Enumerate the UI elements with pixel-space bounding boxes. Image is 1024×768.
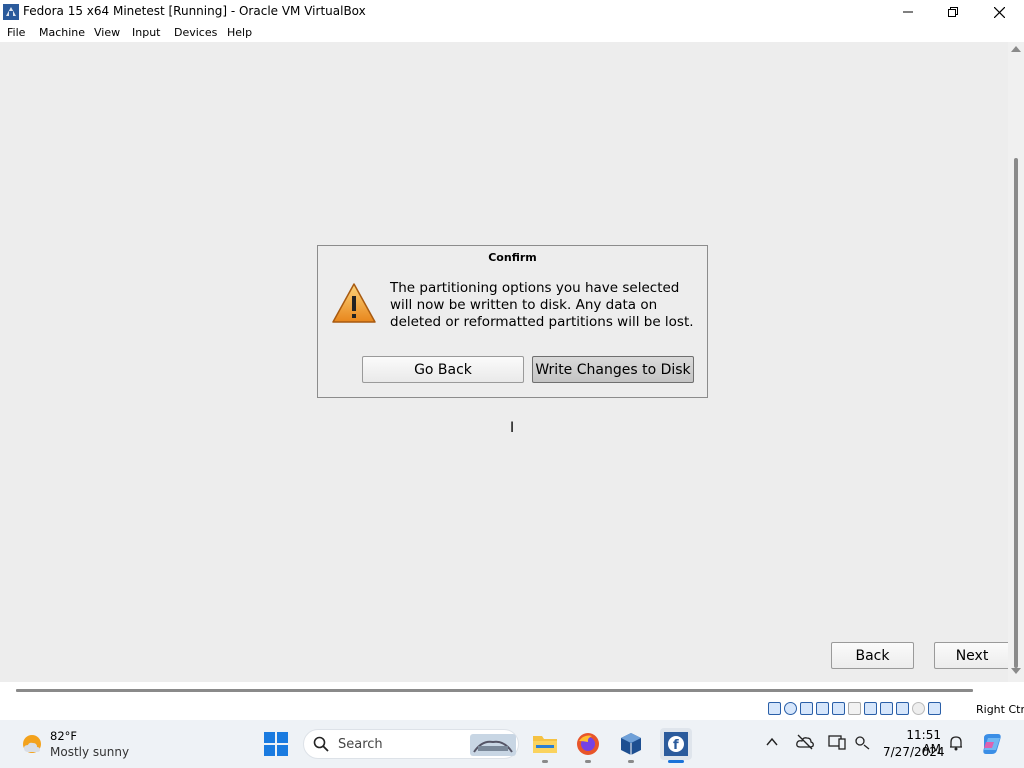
menu-devices[interactable]: Devices [174, 26, 217, 39]
taskbar-file-explorer[interactable] [529, 728, 561, 763]
search-icon [313, 736, 329, 752]
text-cursor-icon: I [510, 420, 515, 436]
fedora-vm-icon: f [664, 732, 688, 756]
go-back-button[interactable]: Go Back [362, 356, 524, 383]
menu-view[interactable]: View [94, 26, 120, 39]
scrollbar-thumb[interactable] [1014, 158, 1018, 668]
hard-disk-icon[interactable] [768, 702, 781, 715]
file-explorer-icon [533, 736, 557, 753]
usb-icon[interactable] [832, 702, 845, 715]
network-icon[interactable] [816, 702, 829, 715]
running-indicator [628, 760, 634, 763]
warning-icon [332, 283, 376, 323]
minimize-button[interactable] [885, 0, 931, 24]
shared-folders-icon[interactable] [848, 702, 861, 715]
taskbar-virtualbox-manager[interactable] [615, 728, 647, 763]
search-placeholder: Search [338, 737, 383, 752]
restore-icon [948, 7, 958, 17]
windows-start-icon[interactable] [264, 732, 288, 756]
menu-file[interactable]: File [7, 26, 25, 39]
dialog-title: Confirm [488, 251, 537, 264]
host-key-label: Right Ctrl [976, 703, 1024, 716]
clock-date[interactable]: 7/27/2024 [883, 745, 945, 759]
taskbar-fedora-vm[interactable]: f [660, 728, 692, 763]
copilot-icon[interactable] [980, 732, 1004, 756]
scroll-up-icon[interactable] [1011, 46, 1021, 52]
display-phone-icon[interactable] [828, 734, 846, 750]
mouse-integration-icon[interactable] [912, 702, 925, 715]
network-settings-icon[interactable] [854, 734, 870, 750]
minimize-icon [903, 11, 913, 13]
write-changes-button[interactable]: Write Changes to Disk [532, 356, 694, 383]
weather-sun-icon[interactable] [20, 732, 44, 756]
display-icon[interactable] [864, 702, 877, 715]
onedrive-offline-icon[interactable] [796, 734, 814, 750]
vertical-scrollbar[interactable] [1008, 42, 1024, 682]
close-button[interactable] [976, 0, 1022, 24]
weather-description[interactable]: Mostly sunny [50, 745, 129, 759]
video-capture-icon[interactable] [880, 702, 893, 715]
weather-temperature[interactable]: 82°F [50, 729, 77, 743]
cpu-icon[interactable] [896, 702, 909, 715]
running-indicator [585, 760, 591, 763]
taskbar-firefox[interactable] [572, 728, 604, 763]
vm-display[interactable]: Confirm The partitioning options you hav… [0, 42, 1010, 682]
menu-input[interactable]: Input [132, 26, 160, 39]
svg-text:f: f [673, 738, 679, 753]
keyboard-capture-icon[interactable] [928, 702, 941, 715]
close-icon [993, 6, 1005, 18]
vm-status-bar: Right Ctrl [0, 682, 1024, 720]
virtualbox-icon [621, 733, 641, 755]
restore-button[interactable] [930, 0, 976, 24]
audio-icon[interactable] [800, 702, 813, 715]
horizontal-scrollbar[interactable] [16, 689, 973, 692]
scroll-down-icon[interactable] [1011, 668, 1021, 674]
confirm-dialog: Confirm The partitioning options you hav… [317, 245, 708, 398]
taskbar: 82°F Mostly sunny Search f 11:51 AM 7/27… [0, 720, 1024, 768]
firefox-icon [577, 733, 599, 755]
show-hidden-icons-chevron-icon[interactable] [766, 736, 778, 748]
back-button[interactable]: Back [831, 642, 914, 669]
title-bar: Fedora 15 x64 Minetest [Running] - Oracl… [0, 0, 1024, 24]
taskbar-search-box[interactable]: Search [303, 729, 519, 759]
next-button[interactable]: Next [934, 642, 1010, 669]
virtualbox-vm-icon [3, 4, 19, 20]
notification-bell-icon[interactable] [949, 735, 963, 751]
optical-drive-icon[interactable] [784, 702, 797, 715]
dialog-message: The partitioning options you have select… [390, 280, 694, 330]
menu-machine[interactable]: Machine [39, 26, 85, 39]
active-indicator [668, 760, 684, 763]
menu-bar: File Machine View Input Devices Help [0, 24, 1024, 42]
menu-help[interactable]: Help [227, 26, 252, 39]
device-status-icons [768, 702, 941, 715]
running-indicator [542, 760, 548, 763]
window-title: Fedora 15 x64 Minetest [Running] - Oracl… [23, 4, 366, 18]
search-highlight-icon [470, 734, 516, 756]
